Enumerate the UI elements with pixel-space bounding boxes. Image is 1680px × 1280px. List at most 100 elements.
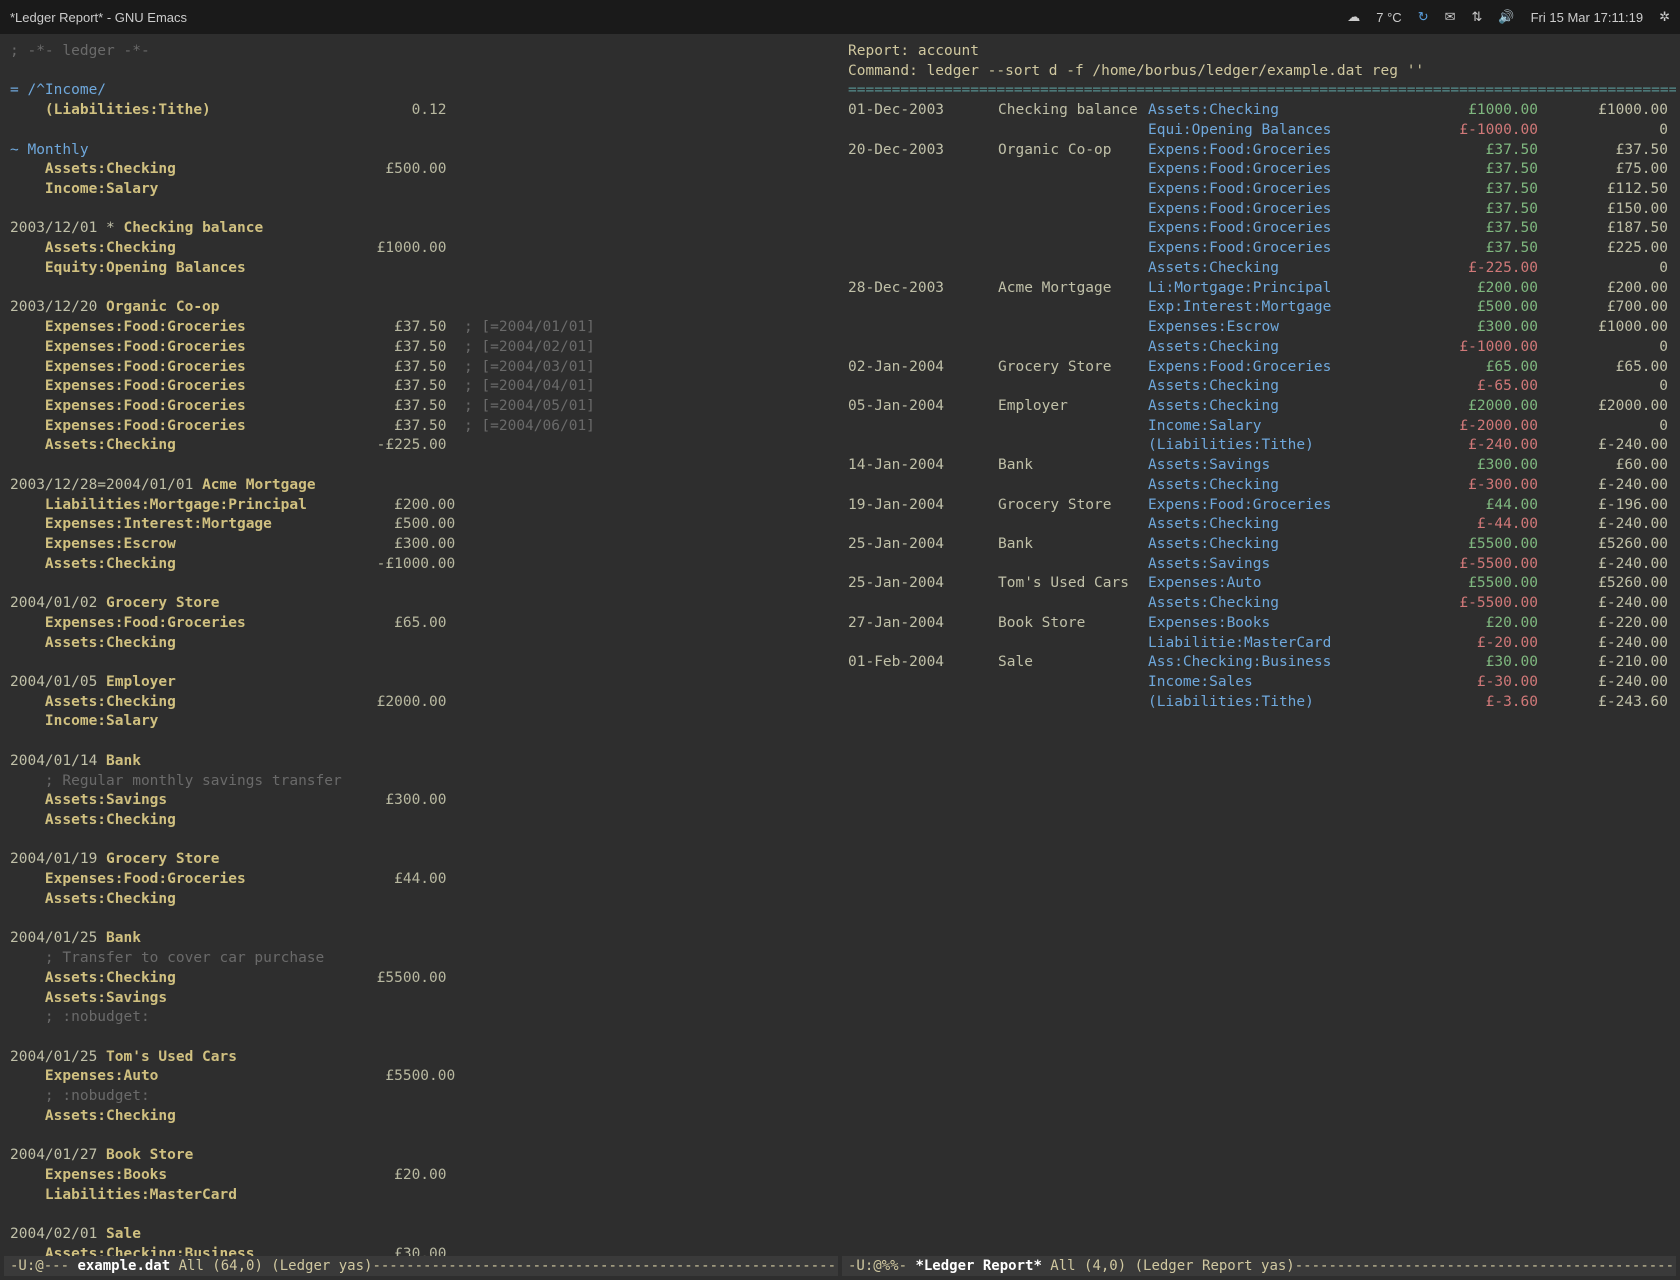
source-line[interactable]: Expenses:Books £20.00 [10, 1166, 832, 1186]
source-line[interactable]: 2003/12/01 * Checking balance [10, 219, 832, 239]
source-line[interactable]: Expenses:Food:Groceries £37.50 ; [=2004/… [10, 377, 832, 397]
source-line[interactable]: Assets:Checking [10, 811, 832, 831]
source-line[interactable]: Expenses:Food:Groceries £65.00 [10, 614, 832, 634]
report-row[interactable]: Equi:Opening Balances£-1000.000 [848, 121, 1670, 141]
report-row[interactable]: 02-Jan-2004Grocery StoreExpens:Food:Groc… [848, 358, 1670, 378]
source-line[interactable]: 2003/12/28=2004/01/01 Acme Mortgage [10, 476, 832, 496]
report-row[interactable]: 25-Jan-2004Tom's Used CarsExpenses:Auto£… [848, 574, 1670, 594]
source-line[interactable]: ; :nobudget: [10, 1008, 832, 1028]
source-line[interactable] [10, 910, 832, 930]
report-row[interactable]: Income:Salary£-2000.000 [848, 417, 1670, 437]
source-line[interactable]: Expenses:Escrow £300.00 [10, 535, 832, 555]
source-line[interactable]: (Liabilities:Tithe) 0.12 [10, 101, 832, 121]
source-line[interactable] [10, 574, 832, 594]
source-line[interactable]: Income:Salary [10, 712, 832, 732]
report-row[interactable]: (Liabilities:Tithe)£-3.60£-243.60 [848, 693, 1670, 713]
source-line[interactable]: Expenses:Auto £5500.00 [10, 1067, 832, 1087]
source-line[interactable]: ; Regular monthly savings transfer [10, 772, 832, 792]
source-line[interactable] [10, 1028, 832, 1048]
source-line[interactable]: 2004/01/27 Book Store [10, 1146, 832, 1166]
report-row[interactable]: Expens:Food:Groceries£37.50£187.50 [848, 219, 1670, 239]
source-line[interactable] [10, 200, 832, 220]
report-row[interactable]: Assets:Savings£-5500.00£-240.00 [848, 555, 1670, 575]
source-line[interactable]: Expenses:Food:Groceries £37.50 ; [=2004/… [10, 417, 832, 437]
source-line[interactable]: Assets:Savings £300.00 [10, 791, 832, 811]
source-line[interactable]: Expenses:Food:Groceries £44.00 [10, 870, 832, 890]
source-line[interactable]: Assets:Checking £500.00 [10, 160, 832, 180]
source-line[interactable]: Assets:Checking £5500.00 [10, 969, 832, 989]
report-row[interactable]: 01-Feb-2004SaleAss:Checking:Business£30.… [848, 653, 1670, 673]
mail-icon[interactable]: ✉ [1445, 9, 1456, 25]
source-line[interactable] [10, 1127, 832, 1147]
source-line[interactable]: Expenses:Interest:Mortgage £500.00 [10, 515, 832, 535]
source-line[interactable] [10, 62, 832, 82]
left-window[interactable]: ; -*- ledger -*- = /^Income/ (Liabilitie… [4, 38, 838, 1276]
report-row[interactable]: Assets:Checking£-44.00£-240.00 [848, 515, 1670, 535]
report-row[interactable]: 05-Jan-2004EmployerAssets:Checking£2000.… [848, 397, 1670, 417]
report-row[interactable]: Assets:Checking£-225.000 [848, 259, 1670, 279]
ledger-source-buffer[interactable]: ; -*- ledger -*- = /^Income/ (Liabilitie… [4, 38, 838, 1256]
source-line[interactable]: Income:Salary [10, 180, 832, 200]
report-row[interactable]: Expens:Food:Groceries£37.50£225.00 [848, 239, 1670, 259]
report-row[interactable]: 20-Dec-2003Organic Co-opExpens:Food:Groc… [848, 141, 1670, 161]
source-line[interactable]: = /^Income/ [10, 81, 832, 101]
volume-icon[interactable]: 🔊 [1498, 9, 1514, 25]
report-row[interactable]: Exp:Interest:Mortgage£500.00£700.00 [848, 298, 1670, 318]
source-line[interactable]: 2004/01/25 Bank [10, 929, 832, 949]
right-window[interactable]: Report: accountCommand: ledger --sort d … [842, 38, 1676, 1276]
source-line[interactable] [10, 1205, 832, 1225]
source-line[interactable]: Assets:Checking £1000.00 [10, 239, 832, 259]
source-line[interactable]: Assets:Checking -£225.00 [10, 436, 832, 456]
source-line[interactable]: ; :nobudget: [10, 1087, 832, 1107]
ledger-report-buffer[interactable]: Report: accountCommand: ledger --sort d … [842, 38, 1676, 1256]
source-line[interactable]: Assets:Checking [10, 890, 832, 910]
refresh-icon[interactable]: ↻ [1418, 9, 1429, 25]
settings-icon[interactable]: ✲ [1659, 9, 1670, 25]
source-line[interactable]: 2004/01/05 Employer [10, 673, 832, 693]
report-row[interactable]: Income:Sales£-30.00£-240.00 [848, 673, 1670, 693]
source-line[interactable]: Equity:Opening Balances [10, 259, 832, 279]
source-line[interactable]: Assets:Checking [10, 1107, 832, 1127]
source-line[interactable]: ~ Monthly [10, 141, 832, 161]
report-row[interactable]: 19-Jan-2004Grocery StoreExpens:Food:Groc… [848, 496, 1670, 516]
source-line[interactable]: ; -*- ledger -*- [10, 42, 832, 62]
source-line[interactable]: Assets:Savings [10, 989, 832, 1009]
source-line[interactable]: Liabilities:MasterCard [10, 1186, 832, 1206]
source-line[interactable]: 2004/01/02 Grocery Store [10, 594, 832, 614]
source-line[interactable]: Expenses:Food:Groceries £37.50 ; [=2004/… [10, 397, 832, 417]
source-line[interactable] [10, 653, 832, 673]
source-line[interactable]: Assets:Checking [10, 634, 832, 654]
report-row[interactable]: 14-Jan-2004BankAssets:Savings£300.00£60.… [848, 456, 1670, 476]
source-line[interactable] [10, 279, 832, 299]
source-line[interactable]: 2004/01/14 Bank [10, 752, 832, 772]
source-line[interactable]: 2004/01/19 Grocery Store [10, 850, 832, 870]
report-row[interactable]: 01-Dec-2003Checking balanceAssets:Checki… [848, 101, 1670, 121]
source-line[interactable]: Expenses:Food:Groceries £37.50 ; [=2004/… [10, 358, 832, 378]
report-row[interactable]: 25-Jan-2004BankAssets:Checking£5500.00£5… [848, 535, 1670, 555]
report-row[interactable]: Assets:Checking£-65.000 [848, 377, 1670, 397]
report-row[interactable]: (Liabilities:Tithe)£-240.00£-240.00 [848, 436, 1670, 456]
source-line[interactable] [10, 831, 832, 851]
source-line[interactable]: 2004/02/01 Sale [10, 1225, 832, 1245]
report-row[interactable]: Assets:Checking£-1000.000 [848, 338, 1670, 358]
source-line[interactable]: Expenses:Food:Groceries £37.50 ; [=2004/… [10, 318, 832, 338]
source-line[interactable]: Liabilities:Mortgage:Principal £200.00 [10, 496, 832, 516]
source-line[interactable]: Assets:Checking:Business £30.00 [10, 1245, 832, 1256]
source-line[interactable]: 2003/12/20 Organic Co-op [10, 298, 832, 318]
report-row[interactable]: Expenses:Escrow£300.00£1000.00 [848, 318, 1670, 338]
report-row[interactable]: 27-Jan-2004Book StoreExpenses:Books£20.0… [848, 614, 1670, 634]
source-line[interactable] [10, 732, 832, 752]
report-row[interactable]: 28-Dec-2003Acme MortgageLi:Mortgage:Prin… [848, 279, 1670, 299]
source-line[interactable]: Expenses:Food:Groceries £37.50 ; [=2004/… [10, 338, 832, 358]
source-line[interactable] [10, 456, 832, 476]
source-line[interactable]: ; Transfer to cover car purchase [10, 949, 832, 969]
source-line[interactable] [10, 121, 832, 141]
source-line[interactable]: 2004/01/25 Tom's Used Cars [10, 1048, 832, 1068]
report-row[interactable]: Liabilitie:MasterCard£-20.00£-240.00 [848, 634, 1670, 654]
report-row[interactable]: Expens:Food:Groceries£37.50£112.50 [848, 180, 1670, 200]
source-line[interactable]: Assets:Checking £2000.00 [10, 693, 832, 713]
source-line[interactable]: Assets:Checking -£1000.00 [10, 555, 832, 575]
report-row[interactable]: Expens:Food:Groceries£37.50£75.00 [848, 160, 1670, 180]
report-row[interactable]: Assets:Checking£-300.00£-240.00 [848, 476, 1670, 496]
report-row[interactable]: Assets:Checking£-5500.00£-240.00 [848, 594, 1670, 614]
